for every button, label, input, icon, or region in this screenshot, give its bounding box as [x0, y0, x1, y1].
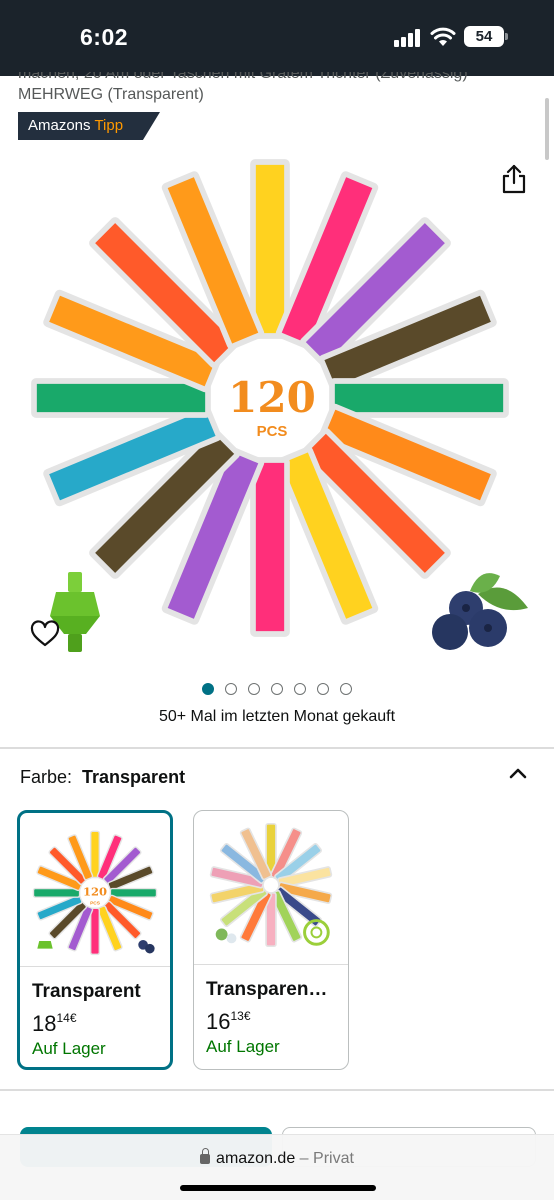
- popsicle-bag: [89, 907, 101, 956]
- color-option-price: 1814€: [32, 1011, 77, 1036]
- color-option-stock: Auf Lager: [206, 1037, 280, 1056]
- popsicle-bag: [32, 887, 81, 898]
- carousel-dot[interactable]: [340, 682, 352, 695]
- color-option-stock: Auf Lager: [32, 1039, 106, 1058]
- svg-text:120: 120: [83, 885, 107, 899]
- selected-color: Transparent: [82, 767, 186, 787]
- carousel-dot[interactable]: [225, 682, 237, 695]
- color-selector-label: Farbe: Transparent: [20, 767, 186, 787]
- svg-text:PCS: PCS: [257, 423, 288, 440]
- purchase-count: 50+ Mal im letzten Monat gekauft: [158, 708, 396, 725]
- product-title-fragment: machen, 20 Am oder Taschen mit Gratem Tr…: [18, 72, 468, 82]
- popsicle-bag: [89, 830, 101, 879]
- svg-text:120: 120: [228, 373, 316, 422]
- section-divider: [0, 1089, 554, 1091]
- carousel-dot[interactable]: [294, 682, 306, 695]
- browser-url-bar[interactable]: amazon.de – Privat: [0, 1134, 554, 1200]
- popsicle-bag: [250, 457, 290, 637]
- signal-icon: [394, 29, 424, 47]
- chevron-up-icon[interactable]: [508, 766, 528, 780]
- carousel-dot[interactable]: [202, 682, 214, 695]
- popsicle-bag: [329, 378, 509, 418]
- svg-text:PCS: PCS: [90, 900, 101, 906]
- section-divider: [0, 747, 554, 749]
- popsicle-bag: [31, 378, 211, 418]
- color-option-thumbnail: 120 PCS: [32, 830, 158, 956]
- color-option-price: 1613€: [206, 1009, 251, 1034]
- carousel-dot[interactable]: [317, 682, 329, 695]
- image-carousel-dots[interactable]: [0, 680, 554, 696]
- product-title: MEHRWEG (Transparent): [18, 86, 204, 103]
- color-option-transparent-2[interactable]: Transparen… 1613€ Auf Lager: [193, 810, 349, 1070]
- amazons-choice-badge: Amazons Tipp: [18, 112, 160, 140]
- status-bar: 6:02 54: [0, 0, 554, 76]
- color-option-transparent[interactable]: 120 PCS Transparent 1814€ Auf Lager: [17, 810, 173, 1070]
- center-badge: 120 PCS: [222, 348, 322, 448]
- color-option-name: Transparent: [32, 981, 141, 1002]
- carousel-dot[interactable]: [248, 682, 260, 695]
- wifi-icon: [430, 27, 456, 46]
- url-display[interactable]: amazon.de – Privat: [0, 1148, 554, 1168]
- color-option-name: Transparen…: [206, 979, 328, 1000]
- carousel-dot[interactable]: [271, 682, 283, 695]
- share-icon[interactable]: [500, 164, 528, 194]
- popsicle-bag: [250, 159, 290, 339]
- battery-indicator: 54: [464, 26, 508, 47]
- blueberries-image: [432, 573, 528, 650]
- heart-icon[interactable]: [30, 620, 60, 648]
- product-image[interactable]: 120 PCS: [0, 146, 554, 666]
- status-time: 6:02: [80, 24, 129, 50]
- color-option-thumbnail: [209, 823, 333, 948]
- home-indicator[interactable]: [180, 1185, 376, 1191]
- popsicle-bag: [109, 887, 158, 898]
- lock-icon: [200, 1148, 211, 1164]
